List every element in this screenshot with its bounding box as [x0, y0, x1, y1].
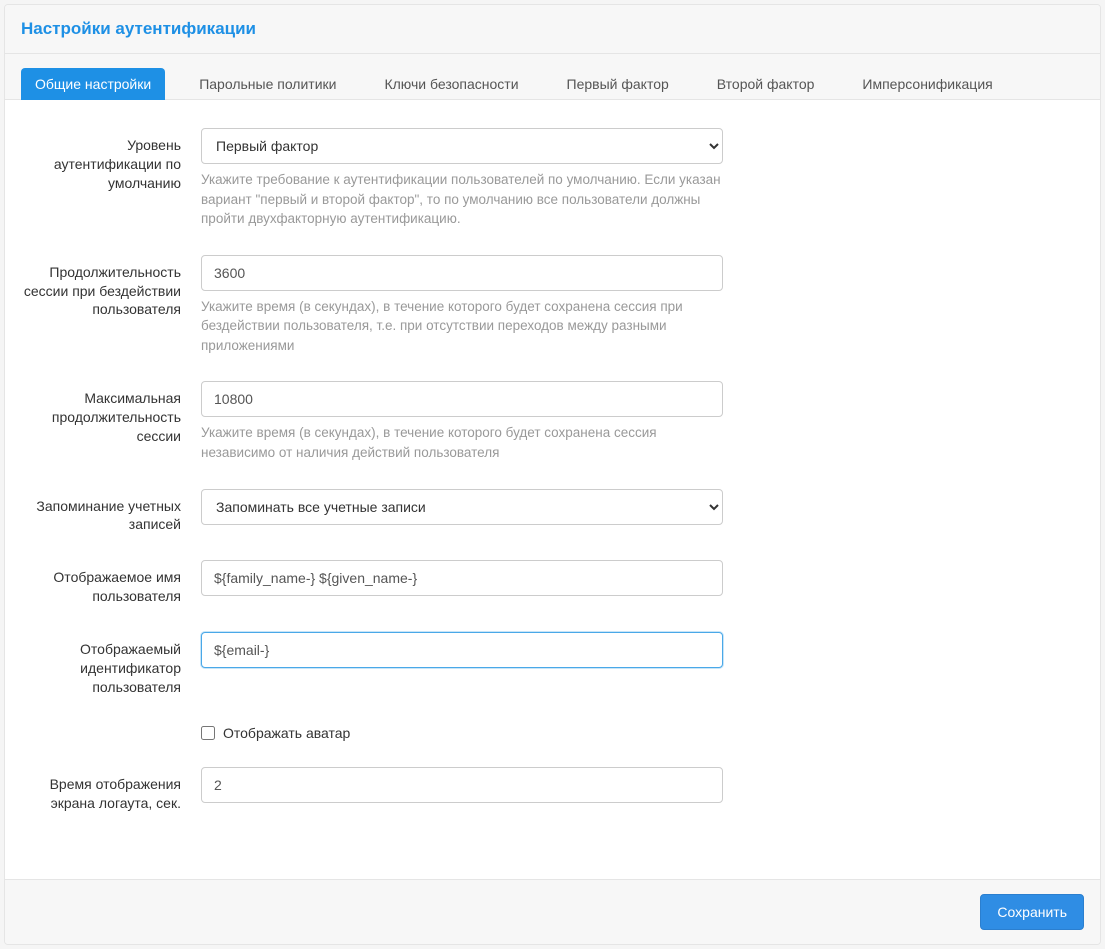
panel-header: Настройки аутентификации: [5, 5, 1100, 54]
row-remember-accounts: Запоминание учетных записей Запоминать в…: [21, 489, 724, 535]
input-display-name[interactable]: [201, 560, 723, 596]
row-logout-time: Время отображения экрана логаута, сек.: [21, 767, 724, 813]
row-display-id: Отображаемый идентификатор пользователя: [21, 632, 724, 697]
label-max-session: Максимальная продолжительность сессии: [21, 381, 201, 462]
checkbox-show-avatar[interactable]: [201, 726, 215, 740]
label-remember-accounts: Запоминание учетных записей: [21, 489, 201, 535]
panel-footer: Сохранить: [5, 879, 1100, 944]
label-logout-time: Время отображения экрана логаута, сек.: [21, 767, 201, 813]
row-auth-level: Уровень аутентификации по умолчанию Перв…: [21, 128, 724, 229]
row-show-avatar: Отображать аватар: [21, 723, 724, 741]
tab-security-keys[interactable]: Ключи безопасности: [370, 68, 532, 100]
panel-title: Настройки аутентификации: [21, 19, 1084, 39]
auth-settings-panel: Настройки аутентификации Общие настройки…: [4, 4, 1101, 945]
select-remember-accounts[interactable]: Запоминать все учетные записи: [201, 489, 723, 525]
label-display-id: Отображаемый идентификатор пользователя: [21, 632, 201, 697]
tab-first-factor[interactable]: Первый фактор: [553, 68, 683, 100]
input-display-id[interactable]: [201, 632, 723, 668]
select-auth-level[interactable]: Первый фактор: [201, 128, 723, 164]
row-max-session: Максимальная продолжительность сессии Ук…: [21, 381, 724, 462]
input-logout-time[interactable]: [201, 767, 723, 803]
input-max-session[interactable]: [201, 381, 723, 417]
save-button[interactable]: Сохранить: [980, 894, 1084, 930]
row-idle-session: Продолжительность сессии при бездействии…: [21, 255, 724, 356]
help-max-session: Укажите время (в секундах), в течение ко…: [201, 423, 723, 462]
tab-impersonation[interactable]: Имперсонификация: [848, 68, 1006, 100]
tab-general[interactable]: Общие настройки: [21, 68, 165, 100]
tabs-bar: Общие настройки Парольные политики Ключи…: [5, 54, 1100, 100]
help-auth-level: Укажите требование к аутентификации поль…: [201, 170, 723, 229]
tab-password-policies[interactable]: Парольные политики: [185, 68, 350, 100]
label-auth-level: Уровень аутентификации по умолчанию: [21, 128, 201, 229]
help-idle-session: Укажите время (в секундах), в течение ко…: [201, 297, 723, 356]
label-show-avatar[interactable]: Отображать аватар: [223, 725, 350, 741]
tab-second-factor[interactable]: Второй фактор: [703, 68, 829, 100]
label-idle-session: Продолжительность сессии при бездействии…: [21, 255, 201, 356]
row-display-name: Отображаемое имя пользователя: [21, 560, 724, 606]
label-display-name: Отображаемое имя пользователя: [21, 560, 201, 606]
input-idle-session[interactable]: [201, 255, 723, 291]
form-body: Уровень аутентификации по умолчанию Перв…: [5, 100, 740, 879]
